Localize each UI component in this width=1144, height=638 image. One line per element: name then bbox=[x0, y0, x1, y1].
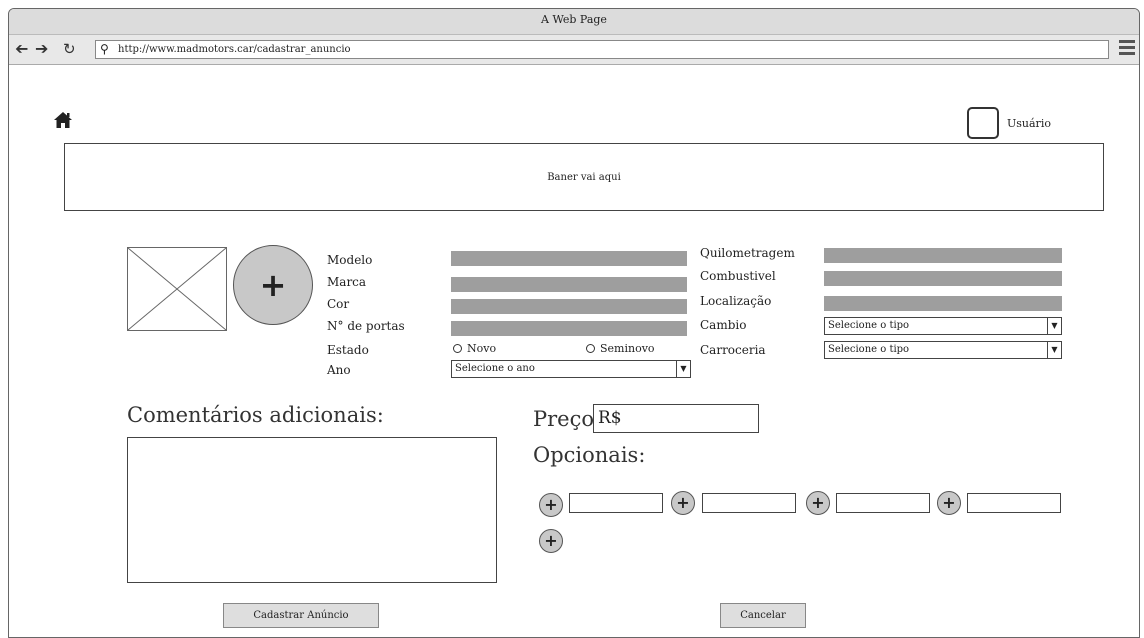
label-combustivel: Combustivel bbox=[700, 269, 776, 283]
ano-select[interactable]: Selecione o ano ▼ bbox=[451, 360, 691, 378]
cancel-button[interactable]: Cancelar bbox=[720, 603, 806, 628]
forward-arrow-icon[interactable]: ➔ bbox=[35, 40, 48, 58]
cambio-select[interactable]: Selecione o tipo ▼ bbox=[824, 317, 1062, 335]
add-optional-plus-icon[interactable]: + bbox=[539, 529, 563, 553]
optional-input[interactable] bbox=[836, 493, 930, 513]
estado-seminovo-label: Seminovo bbox=[600, 342, 655, 355]
banner-text: Baner vai aqui bbox=[547, 172, 621, 183]
portas-input[interactable] bbox=[451, 321, 687, 336]
dropdown-arrow-icon: ▼ bbox=[676, 361, 690, 377]
label-cor: Cor bbox=[327, 297, 350, 311]
combustivel-input[interactable] bbox=[824, 271, 1062, 286]
label-modelo: Modelo bbox=[327, 253, 373, 267]
optional-input[interactable] bbox=[702, 493, 796, 513]
ano-select-value: Selecione o ano bbox=[455, 363, 535, 374]
radio-circle-icon bbox=[586, 344, 595, 353]
optional-input[interactable] bbox=[569, 493, 663, 513]
browser-window: A Web Page ➔ ➔ ↻ ⚲ http://www.madmotors.… bbox=[8, 8, 1140, 638]
label-localizacao: Localização bbox=[700, 294, 772, 308]
banner: Baner vai aqui bbox=[64, 143, 1104, 211]
price-value: R$ bbox=[598, 408, 622, 428]
label-estado: Estado bbox=[327, 343, 369, 357]
image-placeholder bbox=[127, 247, 227, 331]
submit-button[interactable]: Cadastrar Anúncio bbox=[223, 603, 379, 628]
add-optional-plus-icon[interactable]: + bbox=[806, 491, 830, 515]
comments-textarea[interactable] bbox=[127, 437, 497, 583]
cor-input[interactable] bbox=[451, 299, 687, 314]
modelo-input[interactable] bbox=[451, 251, 687, 266]
price-label: Preço bbox=[533, 407, 595, 431]
radio-circle-icon bbox=[453, 344, 462, 353]
address-bar[interactable]: ⚲ http://www.madmotors.car/cadastrar_anu… bbox=[95, 40, 1109, 59]
label-carroceria: Carroceria bbox=[700, 343, 766, 357]
opcionais-title: Opcionais: bbox=[533, 443, 646, 467]
carroceria-select-value: Selecione o tipo bbox=[828, 344, 910, 355]
reload-icon[interactable]: ↻ bbox=[63, 40, 76, 58]
label-cambio: Cambio bbox=[700, 318, 747, 332]
dropdown-arrow-icon: ▼ bbox=[1047, 342, 1061, 358]
carroceria-select[interactable]: Selecione o tipo ▼ bbox=[824, 341, 1062, 359]
page-content: Usuário Baner vai aqui + Modelo Marca Co… bbox=[9, 65, 1139, 637]
label-ano: Ano bbox=[327, 363, 351, 377]
add-photo-button[interactable]: + bbox=[233, 245, 313, 325]
add-optional-plus-icon[interactable]: + bbox=[937, 491, 961, 515]
search-icon: ⚲ bbox=[100, 42, 109, 56]
price-input[interactable]: R$ bbox=[593, 404, 759, 433]
dropdown-arrow-icon: ▼ bbox=[1047, 318, 1061, 334]
home-icon[interactable] bbox=[53, 111, 73, 129]
label-quilometragem: Quilometragem bbox=[700, 246, 795, 260]
comments-title: Comentários adicionais: bbox=[127, 403, 384, 427]
plus-icon: + bbox=[259, 266, 287, 304]
add-optional-plus-icon[interactable]: + bbox=[539, 493, 563, 517]
window-title: A Web Page bbox=[9, 9, 1139, 35]
hamburger-menu-icon[interactable] bbox=[1119, 40, 1135, 56]
marca-input[interactable] bbox=[451, 277, 687, 292]
estado-novo-radio[interactable]: Novo bbox=[453, 342, 496, 355]
user-avatar[interactable] bbox=[967, 107, 999, 139]
url-text: http://www.madmotors.car/cadastrar_anunc… bbox=[118, 44, 351, 55]
estado-seminovo-radio[interactable]: Seminovo bbox=[586, 342, 655, 355]
cambio-select-value: Selecione o tipo bbox=[828, 320, 910, 331]
add-optional-plus-icon[interactable]: + bbox=[671, 491, 695, 515]
localizacao-input[interactable] bbox=[824, 296, 1062, 311]
back-arrow-icon[interactable]: ➔ bbox=[15, 39, 28, 58]
label-marca: Marca bbox=[327, 275, 367, 289]
label-portas: N° de portas bbox=[327, 319, 405, 333]
user-label[interactable]: Usuário bbox=[1007, 117, 1051, 130]
optional-input[interactable] bbox=[967, 493, 1061, 513]
estado-novo-label: Novo bbox=[467, 342, 497, 355]
browser-toolbar: ➔ ➔ ↻ ⚲ http://www.madmotors.car/cadastr… bbox=[9, 35, 1139, 65]
quilometragem-input[interactable] bbox=[824, 248, 1062, 263]
